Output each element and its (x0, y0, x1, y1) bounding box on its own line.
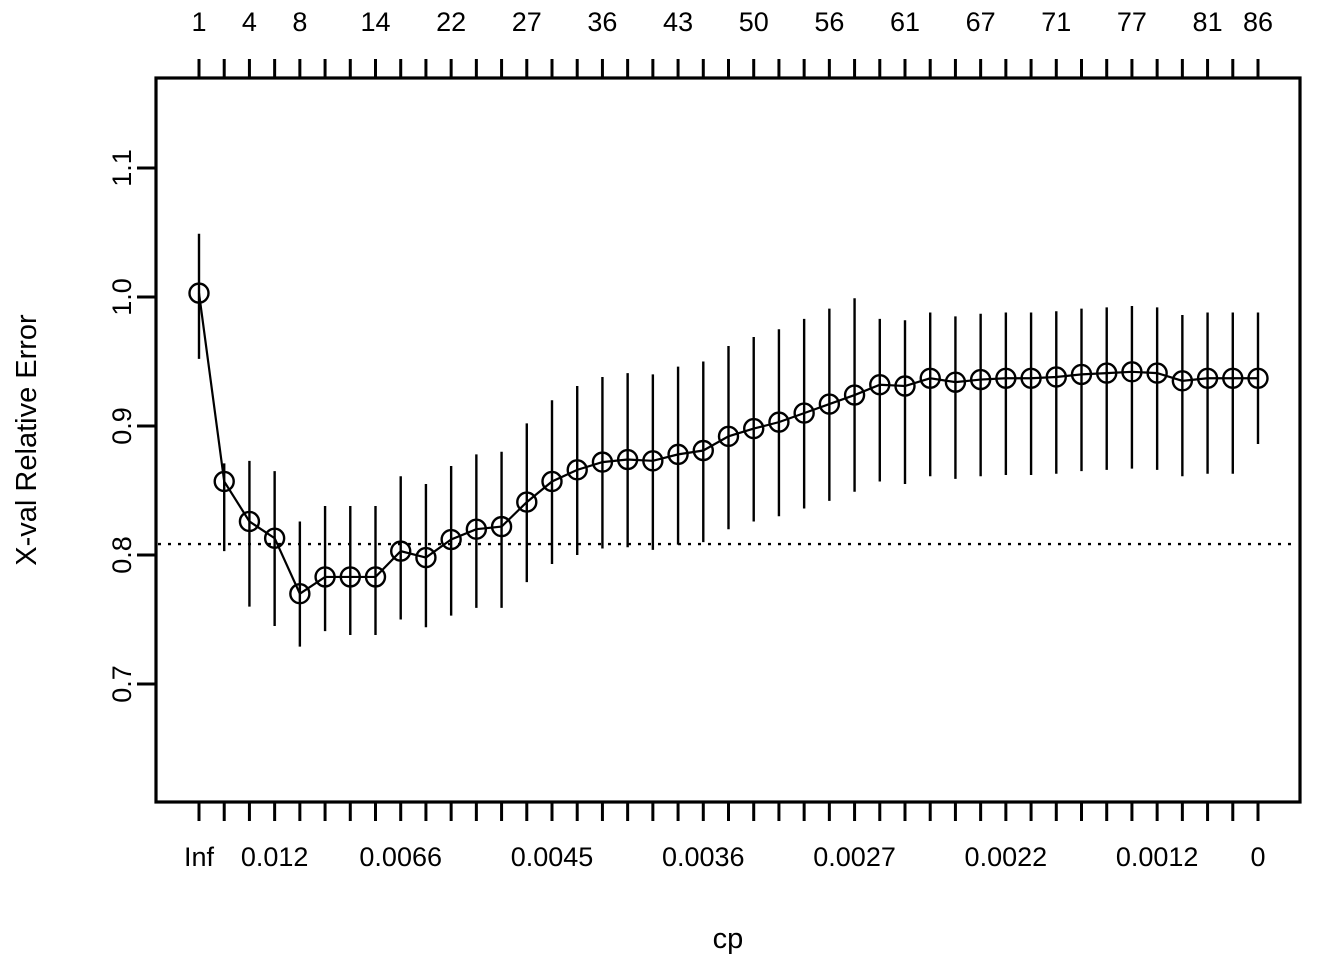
x-axis-title: cp (713, 923, 744, 955)
y-axis-tick-label: 0.8 (107, 536, 137, 574)
bottom-axis-tick-label: 0.0012 (1116, 842, 1199, 872)
bottom-axis-tick-label: 0.0027 (813, 842, 896, 872)
top-axis-tick-label: 8 (292, 7, 307, 37)
top-axis-tick-label: 4 (242, 7, 257, 37)
top-axis-tick-label: 43 (663, 7, 693, 37)
top-axis-tick-label: 77 (1117, 7, 1147, 37)
y-axis-tick-label: 1.1 (107, 149, 137, 187)
top-axis-tick-label: 22 (436, 7, 466, 37)
bottom-axis-tick-label: 0.0045 (511, 842, 594, 872)
y-axis-tick-label: 1.0 (107, 278, 137, 316)
top-axis-tick-label: 86 (1243, 7, 1273, 37)
bottom-axis-tick-label: 0.0022 (965, 842, 1048, 872)
bottom-axis-tick-label: 0.012 (241, 842, 309, 872)
plot-canvas: 1 4 8 14 22 27 36 43 50 56 61 67 71 77 81 86 Inf 0.012 0.… (0, 0, 1344, 960)
bottom-axis-tick-label: 0.0036 (662, 842, 745, 872)
rpart-cp-plot: 1 4 8 14 22 27 36 43 50 56 61 67 71 77 81 86 Inf 0.012 0.… (0, 0, 1344, 960)
bottom-axis-tick-label: 0 (1250, 842, 1265, 872)
top-axis-tick-label: 14 (360, 7, 390, 37)
plot-background (0, 0, 1344, 960)
top-axis-tick-label: 71 (1041, 7, 1071, 37)
bottom-axis-tick-label: 0.0066 (359, 842, 442, 872)
y-axis-tick-label: 0.7 (107, 665, 137, 703)
top-axis-tick-label: 50 (739, 7, 769, 37)
top-axis-tick-label: 1 (191, 7, 206, 37)
top-axis-tick-label: 56 (814, 7, 844, 37)
top-axis-tick-label: 36 (587, 7, 617, 37)
top-axis-tick-label: 67 (966, 7, 996, 37)
bottom-axis-tick-label: Inf (184, 842, 215, 872)
y-axis-tick-label: 0.9 (107, 407, 137, 445)
top-axis-tick-label: 81 (1193, 7, 1223, 37)
top-axis-tick-label: 27 (512, 7, 542, 37)
top-axis-tick-label: 61 (890, 7, 920, 37)
y-axis-title: X-val Relative Error (11, 314, 43, 566)
